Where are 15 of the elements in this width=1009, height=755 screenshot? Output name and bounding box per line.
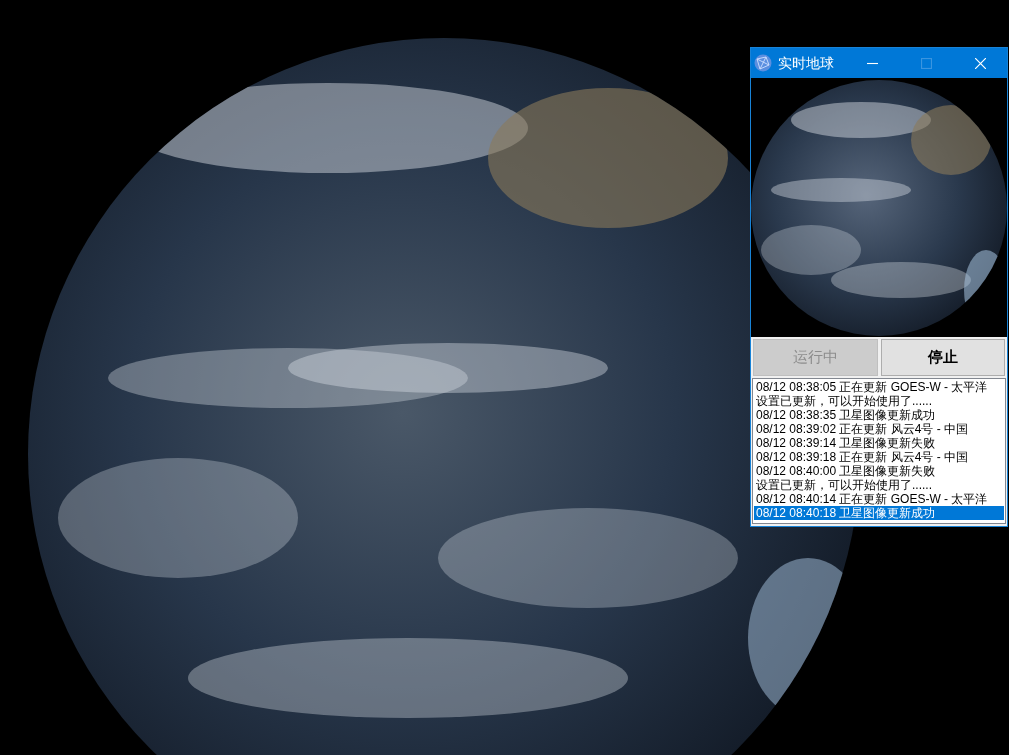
window-title: 实时地球 xyxy=(778,54,834,72)
stop-button[interactable]: 停止 xyxy=(880,339,1005,376)
log-entry[interactable]: 08/12 08:38:05 正在更新 GOES-W - 太平洋 xyxy=(754,380,1004,394)
log-entry[interactable]: 08/12 08:40:18 卫星图像更新成功 xyxy=(754,506,1004,520)
log-entry[interactable]: 08/12 08:39:18 正在更新 风云4号 - 中国 xyxy=(754,450,1004,464)
log-entry[interactable]: 08/12 08:40:14 正在更新 GOES-W - 太平洋 xyxy=(754,492,1004,506)
log-entry[interactable]: 08/12 08:39:02 正在更新 风云4号 - 中国 xyxy=(754,422,1004,436)
log-entry[interactable]: 08/12 08:39:14 卫星图像更新失败 xyxy=(754,436,1004,450)
close-icon xyxy=(974,57,986,69)
log-entry[interactable]: 08/12 08:38:35 卫星图像更新成功 xyxy=(754,408,1004,422)
maximize-icon xyxy=(920,57,932,69)
globe-icon xyxy=(754,54,772,72)
log-entry[interactable]: 08/12 08:40:00 卫星图像更新失败 xyxy=(754,464,1004,478)
log-entry[interactable]: 设置已更新，可以开始使用了...... xyxy=(754,394,1004,408)
log-entry[interactable]: 设置已更新，可以开始使用了...... xyxy=(754,478,1004,492)
